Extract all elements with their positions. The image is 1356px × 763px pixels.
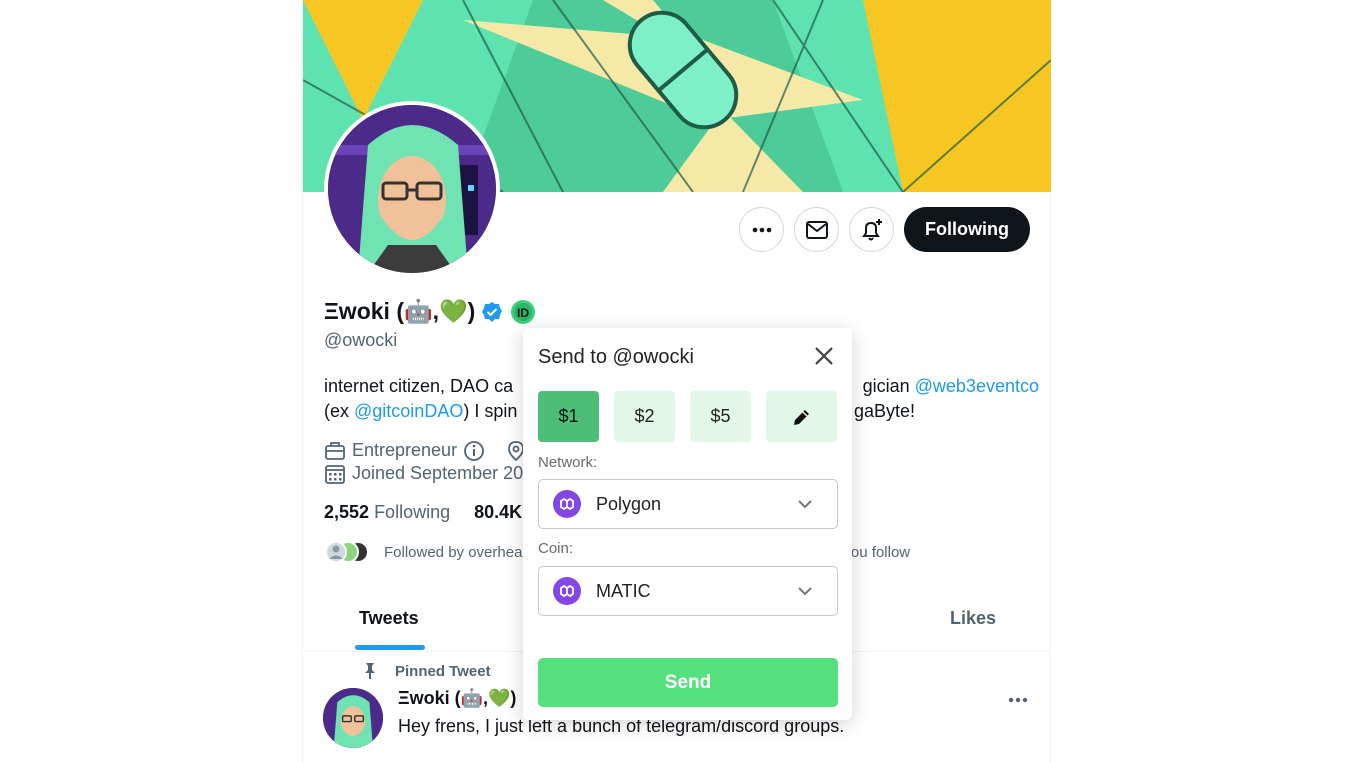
bio-line2-mid: ) I spin: [463, 401, 518, 421]
pinned-indicator: Pinned Tweet: [361, 662, 491, 680]
followers-stat[interactable]: 80.4K: [474, 502, 522, 523]
avatar-illustration: [328, 105, 496, 273]
calendar-icon: [325, 464, 345, 484]
following-stat[interactable]: 2,552 Following: [324, 502, 450, 523]
active-tab-indicator: [355, 645, 425, 650]
polygon-logo-icon: [553, 577, 581, 605]
tweet-author[interactable]: Ξwoki (🤖,💚): [398, 688, 516, 709]
more-horizontal-icon: [752, 227, 771, 232]
amount-1-button[interactable]: $1: [538, 391, 599, 442]
name-row: Ξwoki (🤖,💚) ID: [324, 298, 537, 325]
following-stat-label: Following: [374, 502, 451, 522]
tweet-more-button[interactable]: [1008, 690, 1028, 708]
amount-options: $1 $2 $5: [538, 391, 837, 442]
bio-link-web3eventco[interactable]: @web3eventco: [915, 376, 1039, 396]
coin-select[interactable]: MATIC: [538, 566, 838, 616]
notify-button[interactable]: [849, 207, 895, 252]
profile-actions: Following: [739, 207, 1030, 252]
bio-link-gitcoindao[interactable]: @gitcoinDAO: [354, 401, 463, 421]
bio-line1-start: internet citizen, DAO ca: [324, 376, 514, 396]
network-value: Polygon: [596, 493, 662, 514]
send-tip-modal: Send to @owocki $1 $2 $5 Network: Polygo…: [523, 328, 852, 720]
svg-text:ID: ID: [517, 306, 529, 320]
network-label: Network:: [538, 454, 598, 471]
profile-category: Entrepreneur: [352, 440, 458, 460]
more-horizontal-icon: [1008, 697, 1028, 703]
pinned-label: Pinned Tweet: [395, 662, 491, 680]
tab-likes[interactable]: Likes: [950, 608, 996, 629]
amount-2-button[interactable]: $2: [614, 391, 675, 442]
briefcase-icon: [325, 441, 345, 460]
profile-handle: @owocki: [324, 330, 398, 350]
following-count: 2,552: [324, 502, 370, 522]
coin-label: Coin:: [538, 540, 574, 557]
follower-avatars: [325, 541, 369, 563]
close-button[interactable]: [814, 346, 834, 371]
verified-badge-icon[interactable]: [481, 301, 503, 323]
send-button[interactable]: Send: [538, 658, 838, 707]
polygon-logo-icon: [553, 490, 581, 518]
joined-date: Joined September 20: [352, 463, 524, 483]
bell-plus-icon: [861, 218, 882, 240]
modal-title: Send to @owocki: [538, 346, 694, 368]
more-button[interactable]: [739, 207, 785, 252]
bio-line1-end: gician: [862, 376, 915, 396]
tweet-avatar[interactable]: [323, 688, 383, 748]
profile-meta: Entrepreneur Joined September 20: [324, 439, 527, 485]
amount-5-button[interactable]: $5: [690, 391, 751, 442]
close-icon: [815, 347, 833, 365]
bio-line2-end: gaByte!: [853, 401, 915, 421]
id-badge-icon[interactable]: ID: [509, 299, 537, 325]
chevron-down-icon: [798, 587, 812, 596]
display-name: Ξwoki (🤖,💚): [324, 298, 476, 324]
profile-stats: 2,552 Following 80.4K: [324, 502, 522, 523]
followed-by-suffix: you follow: [843, 543, 911, 561]
message-button[interactable]: [794, 207, 840, 252]
pencil-icon: [793, 409, 809, 425]
chevron-down-icon: [798, 500, 812, 509]
tab-tweets[interactable]: Tweets: [359, 608, 419, 629]
pin-icon: [365, 663, 375, 679]
profile-avatar[interactable]: [324, 101, 500, 277]
network-select[interactable]: Polygon: [538, 479, 838, 529]
followers-count: 80.4K: [474, 502, 523, 522]
page: Following Ξwoki (🤖,💚) ID @owocki interne…: [0, 0, 1356, 763]
followed-by-text: Followed by overhea: [384, 543, 523, 561]
info-icon[interactable]: [463, 440, 485, 462]
envelope-icon: [805, 220, 828, 239]
custom-amount-button[interactable]: [766, 391, 837, 442]
tweet-avatar-illustration: [323, 688, 383, 748]
bio-line2-prefix: (ex: [324, 401, 355, 421]
following-button[interactable]: Following: [904, 207, 1030, 252]
coin-value: MATIC: [596, 580, 651, 601]
